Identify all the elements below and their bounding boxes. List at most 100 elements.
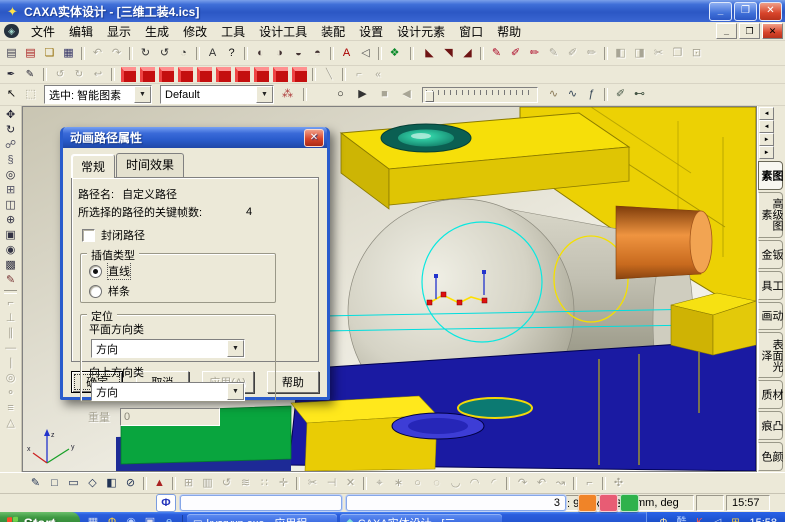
menu-modify[interactable]: 修改 [176, 22, 214, 41]
tab-scroll-last-icon[interactable]: ► [759, 146, 774, 159]
sketch-circle-icon[interactable]: ⊘ [121, 475, 140, 491]
chevron-down-icon[interactable]: ▼ [227, 340, 244, 357]
menu-generate[interactable]: 生成 [138, 22, 176, 41]
browser-icon[interactable]: e [160, 515, 178, 522]
dict-icon[interactable] [620, 494, 639, 512]
menu-display[interactable]: 显示 [100, 22, 138, 41]
menu-tools[interactable]: 工具 [214, 22, 252, 41]
radio-spline[interactable] [89, 285, 102, 298]
path-view-icon[interactable]: § [1, 153, 21, 168]
catalog-tab-tools[interactable]: 工具 [758, 271, 783, 300]
sketch-rect-icon[interactable]: □ [45, 475, 64, 491]
open-icon[interactable]: ❏ [40, 45, 59, 61]
sketch-pencil-icon[interactable]: ✎ [26, 475, 45, 491]
catalog-tab-advanced-elements[interactable]: 高级图素 [758, 192, 783, 238]
smart-shell-icon[interactable] [214, 68, 232, 81]
updater-icon[interactable]: ⊞ [727, 515, 743, 522]
language-bar-icon[interactable]: Ф [156, 494, 176, 512]
media-player-icon[interactable]: ◉ [122, 515, 140, 522]
smart-sweep-icon[interactable] [176, 68, 194, 81]
animation-time-slider[interactable] [422, 87, 538, 103]
render-scene-icon[interactable]: ▩ [1, 258, 21, 273]
tab-scroll-first-icon[interactable]: ◄ [759, 107, 774, 120]
menu-help[interactable]: 帮助 [490, 22, 528, 41]
paintbrush-icon[interactable]: ✎ [1, 273, 21, 288]
smooth-curve-icon[interactable]: ∿ [563, 87, 582, 103]
sketch-region-icon[interactable]: ◧ [102, 475, 121, 491]
menu-design-elements[interactable]: 设计元素 [390, 22, 452, 41]
function-curve-icon[interactable]: ƒ [582, 87, 601, 103]
radio-line-label[interactable]: 直线 [108, 263, 130, 279]
k-app-icon[interactable]: K [691, 515, 707, 522]
smart-draft-icon[interactable] [271, 68, 289, 81]
up-direction-combo[interactable]: 方向 ▼ [91, 382, 245, 401]
tab-time-effects[interactable]: 时间效果 [116, 153, 184, 177]
base-hole[interactable] [392, 413, 484, 439]
fit-view-icon[interactable]: ⊕ [1, 213, 21, 228]
view-face-icon[interactable]: ◣ [420, 45, 439, 61]
doc-close-icon[interactable]: ✕ [762, 23, 783, 39]
tab-scroll-prev-icon[interactable]: ◄ [759, 120, 774, 133]
pen-icon[interactable]: ✎ [21, 68, 39, 81]
pan-view-icon[interactable]: ✥ [1, 108, 21, 123]
menu-edit[interactable]: 编辑 [62, 22, 100, 41]
rotate-camera-icon[interactable]: ↻ [1, 123, 21, 138]
style-combo[interactable]: Default ▼ [160, 85, 274, 104]
key-position-icon[interactable]: ⊷ [630, 87, 649, 103]
record-animation-icon[interactable]: ○ [331, 87, 350, 103]
edit-path-icon[interactable]: ✐ [611, 87, 630, 103]
play-animation-icon[interactable]: ▶ [353, 87, 372, 103]
menu-settings[interactable]: 设置 [352, 22, 390, 41]
smart-hole-icon[interactable] [138, 68, 156, 81]
snapshot-tool-icon[interactable]: ▣ [141, 515, 159, 522]
dialog-close-icon[interactable]: ✕ [304, 129, 324, 147]
tab-scroll-next-icon[interactable]: ► [759, 133, 774, 146]
catalog-tab-animation[interactable]: 动画 [758, 302, 783, 331]
chevron-down-icon[interactable]: ▼ [227, 383, 244, 400]
profile-flag-icon[interactable]: ▲ [150, 475, 169, 491]
texture-icon[interactable]: ◒ [289, 45, 308, 61]
edit-sketch-icon[interactable]: ✎ [487, 45, 506, 61]
close-window-icon[interactable]: ✕ [759, 2, 782, 21]
text-tool-icon[interactable]: A [337, 45, 356, 61]
tab-general[interactable]: 常规 [71, 154, 115, 178]
teal-ring[interactable] [458, 398, 532, 418]
value-field[interactable]: 3 [346, 495, 566, 511]
zoom-view-icon[interactable]: ◎ [1, 168, 21, 183]
catalog-tab-elements[interactable]: 图素 [758, 161, 783, 190]
orange-cylinder[interactable] [616, 206, 712, 279]
catalog-tab-sheet-metal[interactable]: 钣金 [758, 240, 783, 269]
radio-spline-label[interactable]: 样条 [108, 283, 130, 299]
zoom-window-icon[interactable]: ⊞ [1, 183, 21, 198]
show-desktop-icon[interactable]: ▦ [84, 515, 102, 522]
radio-line[interactable] [89, 265, 102, 278]
walk-view-icon[interactable]: ☍ [1, 138, 21, 153]
camera-icon[interactable]: ▣ [1, 228, 21, 243]
dialog-title-bar[interactable]: 动画路径属性 ✕ [63, 127, 327, 148]
smart-fillet-icon[interactable] [233, 68, 251, 81]
orbit-view-icon[interactable]: ↺ [155, 45, 174, 61]
catalog-tab-material[interactable]: 材质 [758, 380, 783, 409]
menu-design-tools[interactable]: 设计工具 [252, 22, 314, 41]
sketch-rect2-icon[interactable]: ▭ [64, 475, 83, 491]
input-method-icon[interactable]: Ф [103, 515, 121, 522]
smart-extrude-icon[interactable] [119, 68, 137, 81]
menu-assembly[interactable]: 装配 [314, 22, 352, 41]
new-design-icon[interactable]: ▤ [21, 45, 40, 61]
animate-view-icon[interactable]: ◔ [174, 45, 193, 61]
selection-filter-combo[interactable]: 选中: 智能图素 ▼ [44, 85, 152, 104]
edit-profile-icon[interactable]: ✐ [506, 45, 525, 61]
restore-window-icon[interactable]: ❐ [734, 2, 757, 21]
ku-app-icon[interactable]: 酷 [673, 515, 689, 522]
target-camera-icon[interactable]: ◉ [1, 243, 21, 258]
catalog-tab-surface-finish[interactable]: 表面光泽 [758, 332, 783, 378]
edit-feature-icon[interactable]: ✏ [525, 45, 544, 61]
plane-direction-combo[interactable]: 方向 ▼ [91, 339, 245, 358]
chevron-down-icon[interactable]: ▼ [256, 86, 273, 103]
display-mode-icon[interactable]: ◫ [1, 198, 21, 213]
view-iso-icon[interactable]: ◥ [439, 45, 458, 61]
eyedropper-icon[interactable]: ✒ [2, 68, 20, 81]
shading-icon[interactable]: ◑ [270, 45, 289, 61]
new-file-icon[interactable]: ▤ [2, 45, 21, 61]
catalog-tab-bump[interactable]: 凸痕 [758, 411, 783, 440]
